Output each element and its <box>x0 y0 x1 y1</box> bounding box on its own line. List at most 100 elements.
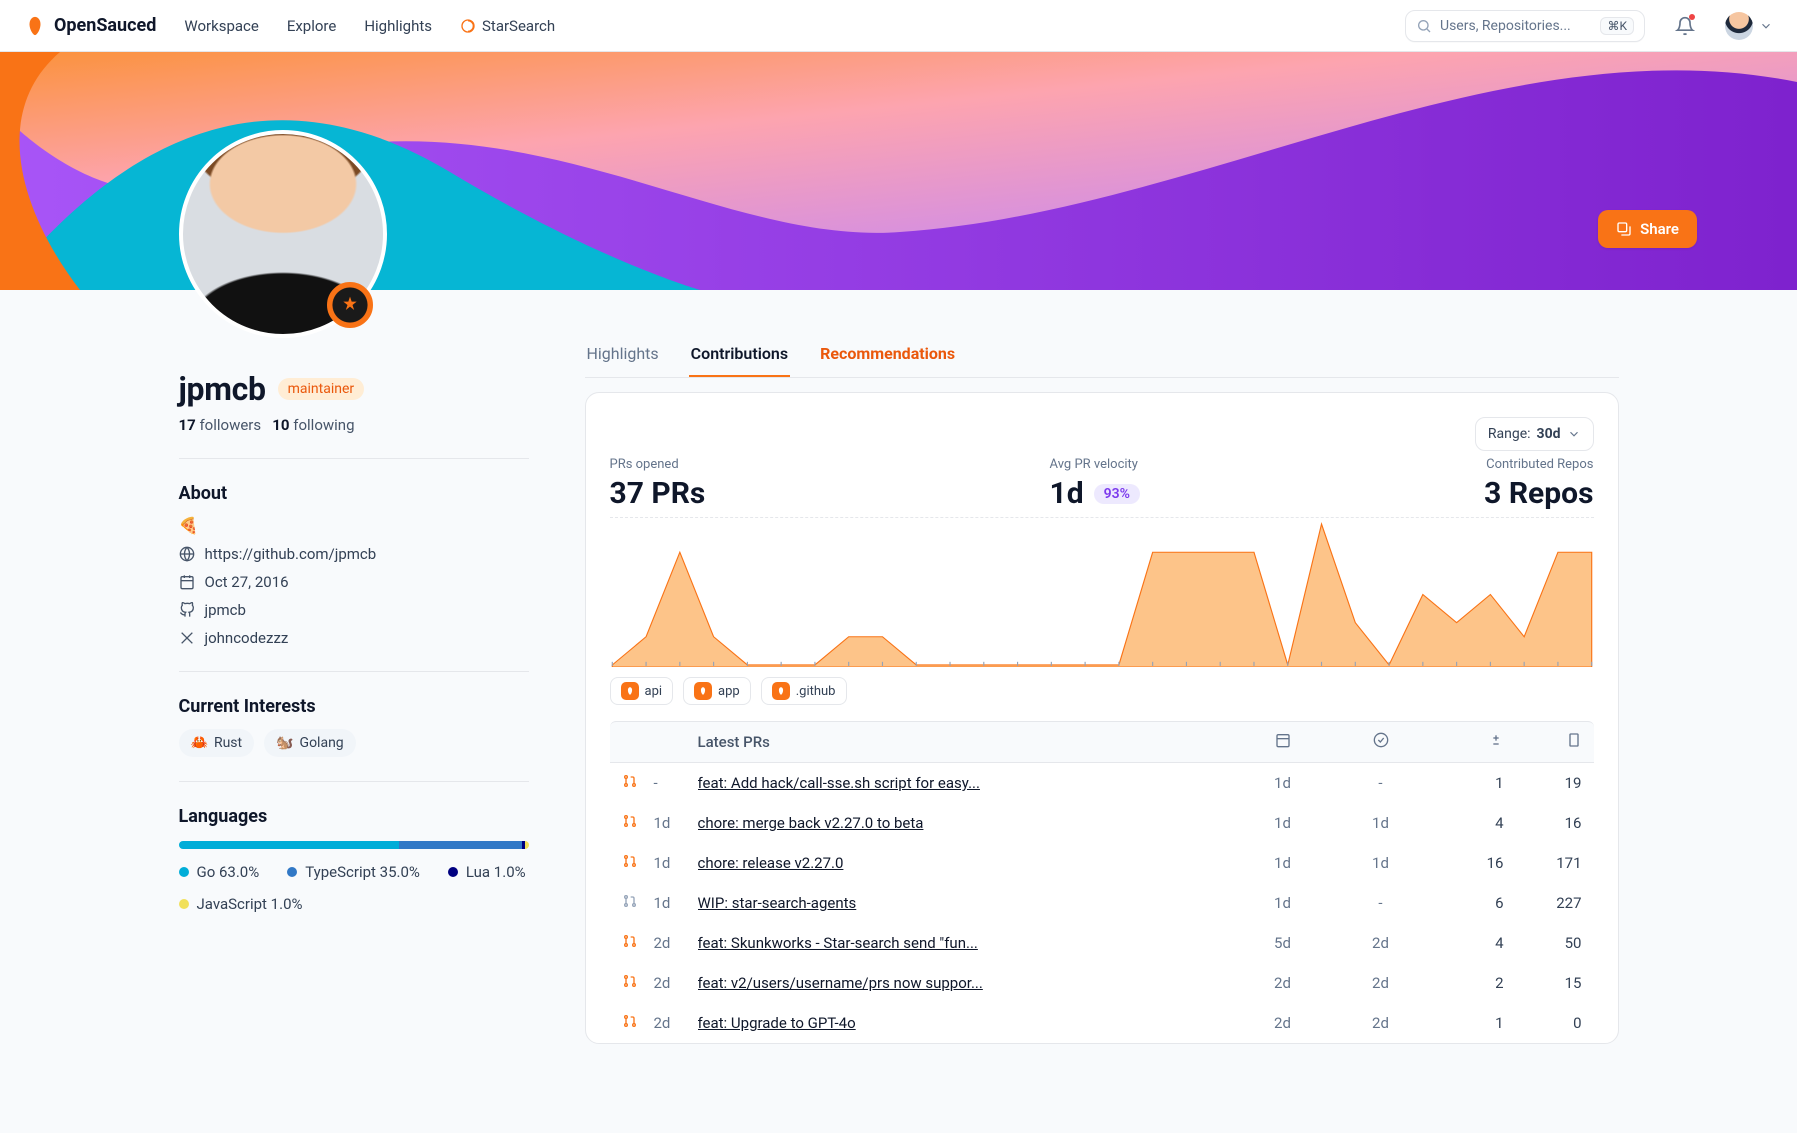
tab-recommendations[interactable]: Recommendations <box>818 344 957 377</box>
repo-chip[interactable]: .github <box>761 677 847 705</box>
table-row[interactable]: -feat: Add hack/call-sse.sh script for e… <box>610 763 1594 803</box>
col-lines <box>1512 732 1582 752</box>
repo-icon <box>694 682 712 700</box>
row-type <box>622 853 646 873</box>
repo-chip[interactable]: app <box>683 677 751 705</box>
row-files: 4 <box>1434 814 1504 832</box>
followers-count: 17 <box>179 416 196 434</box>
profile-username: jpmcb <box>179 370 266 408</box>
row-title[interactable]: feat: Add hack/call-sse.sh script for ea… <box>698 774 1230 792</box>
prs-table: Latest PRs -feat: Add hack/call-sse.sh s… <box>610 721 1594 1043</box>
language-segment <box>525 841 529 849</box>
col-merged <box>1336 732 1426 752</box>
row-title[interactable]: feat: v2/users/username/prs now suppor..… <box>698 974 1230 992</box>
stat-prs-opened: PRs opened 37 PRs <box>610 457 706 511</box>
repo-chip[interactable]: api <box>610 677 674 705</box>
share-label: Share <box>1640 220 1679 238</box>
row-age: 1d <box>654 814 690 832</box>
pizza-icon: 🍕 <box>179 516 199 535</box>
language-legend-item: Lua 1.0% <box>448 863 526 881</box>
stat-velocity: Avg PR velocity 1d 93% <box>1050 457 1140 511</box>
about-github[interactable]: jpmcb <box>179 601 529 619</box>
interest-label: Rust <box>214 735 242 751</box>
row-type <box>622 1013 646 1033</box>
language-legend-item: JavaScript 1.0% <box>179 895 303 913</box>
language-legend-label: Lua 1.0% <box>466 863 526 881</box>
range-prefix: Range: <box>1488 426 1531 442</box>
repo-icon <box>772 682 790 700</box>
about-website[interactable]: https://github.com/jpmcb <box>179 545 529 563</box>
row-title[interactable]: WIP: star-search-agents <box>698 894 1230 912</box>
following-count: 10 <box>272 416 289 434</box>
row-title[interactable]: feat: Upgrade to GPT-4o <box>698 1014 1230 1032</box>
search-placeholder: Users, Repositories... <box>1440 18 1571 34</box>
search-icon <box>1416 18 1432 34</box>
row-files: 1 <box>1434 774 1504 792</box>
row-type <box>622 933 646 953</box>
row-title[interactable]: chore: merge back v2.27.0 to beta <box>698 814 1230 832</box>
about-joined-text: Oct 27, 2016 <box>205 573 289 591</box>
nav-link-highlights[interactable]: Highlights <box>364 17 432 35</box>
row-date: 2d <box>1238 974 1328 992</box>
row-age: 1d <box>654 854 690 872</box>
table-row[interactable]: 2dfeat: Upgrade to GPT-4o2d2d10 <box>610 1003 1594 1043</box>
nav-link-starsearch-label: StarSearch <box>482 17 555 35</box>
x-icon <box>179 630 195 646</box>
table-row[interactable]: 1dchore: release v2.27.01d1d16171 <box>610 843 1594 883</box>
dot-icon <box>179 867 189 877</box>
profile-sidebar: jpmcb maintainer 17 followers 10 followi… <box>179 290 529 1044</box>
stat-label: Contributed Repos <box>1484 457 1593 472</box>
repo-icon <box>621 682 639 700</box>
share-button[interactable]: Share <box>1598 210 1697 248</box>
about-website-text: https://github.com/jpmcb <box>205 545 377 563</box>
chevron-down-icon <box>1567 427 1581 441</box>
profile-badge-icon <box>327 282 373 328</box>
notifications-button[interactable] <box>1673 14 1697 38</box>
notification-dot-icon <box>1689 14 1695 20</box>
row-type <box>622 773 646 793</box>
table-row[interactable]: 2d feat: v2/users/username/prs now suppor… <box>610 963 1594 1003</box>
about-twitter-text: johncodezzz <box>205 629 289 647</box>
plus-minus-icon <box>1488 732 1504 748</box>
col-date <box>1238 732 1328 752</box>
brand-text: OpenSauced <box>54 15 156 36</box>
row-age: 2d <box>654 974 690 992</box>
dot-icon <box>448 867 458 877</box>
tab-contributions[interactable]: Contributions <box>689 344 790 377</box>
nav-link-explore[interactable]: Explore <box>287 17 337 35</box>
interest-pill[interactable]: 🐿️Golang <box>264 729 356 757</box>
row-type <box>622 813 646 833</box>
repo-chip-label: .github <box>796 684 836 699</box>
tab-highlights[interactable]: Highlights <box>585 344 661 377</box>
follow-stats: 17 followers 10 following <box>179 416 529 434</box>
row-age: 1d <box>654 894 690 912</box>
row-title[interactable]: feat: Skunkworks - Star-search send "fun… <box>698 934 1230 952</box>
language-bar <box>179 841 529 849</box>
table-row[interactable]: 1dchore: merge back v2.27.0 to beta1d1d4… <box>610 803 1594 843</box>
chevron-down-icon <box>1759 19 1773 33</box>
pull-request-icon <box>622 773 638 789</box>
row-files: 6 <box>1434 894 1504 912</box>
row-title[interactable]: chore: release v2.27.0 <box>698 854 1230 872</box>
table-row[interactable]: 1dWIP: star-search-agents1d-6227 <box>610 883 1594 923</box>
languages-heading: Languages <box>179 806 529 827</box>
stat-value: 37 PRs <box>610 476 706 511</box>
search-input[interactable]: Users, Repositories... ⌘K <box>1405 10 1645 42</box>
table-row[interactable]: 2dfeat: Skunkworks - Star-search send "f… <box>610 923 1594 963</box>
about-joined: Oct 27, 2016 <box>179 573 529 591</box>
col-title: Latest PRs <box>698 733 1230 751</box>
contributions-panel: Range: 30d PRs opened 37 PRs Avg PR velo… <box>585 392 1619 1044</box>
user-menu[interactable] <box>1725 12 1773 40</box>
row-files: 2 <box>1434 974 1504 992</box>
row-files: 4 <box>1434 934 1504 952</box>
brand[interactable]: OpenSauced <box>24 15 156 37</box>
nav-link-starsearch[interactable]: StarSearch <box>460 17 555 35</box>
nav-link-workspace[interactable]: Workspace <box>184 17 258 35</box>
range-value: 30d <box>1537 426 1561 442</box>
pull-request-icon <box>622 933 638 949</box>
row-merged: - <box>1336 894 1426 912</box>
calendar-icon <box>179 574 195 590</box>
about-twitter[interactable]: johncodezzz <box>179 629 529 647</box>
range-selector[interactable]: Range: 30d <box>1475 417 1594 451</box>
interest-pill[interactable]: 🦀Rust <box>179 729 255 757</box>
